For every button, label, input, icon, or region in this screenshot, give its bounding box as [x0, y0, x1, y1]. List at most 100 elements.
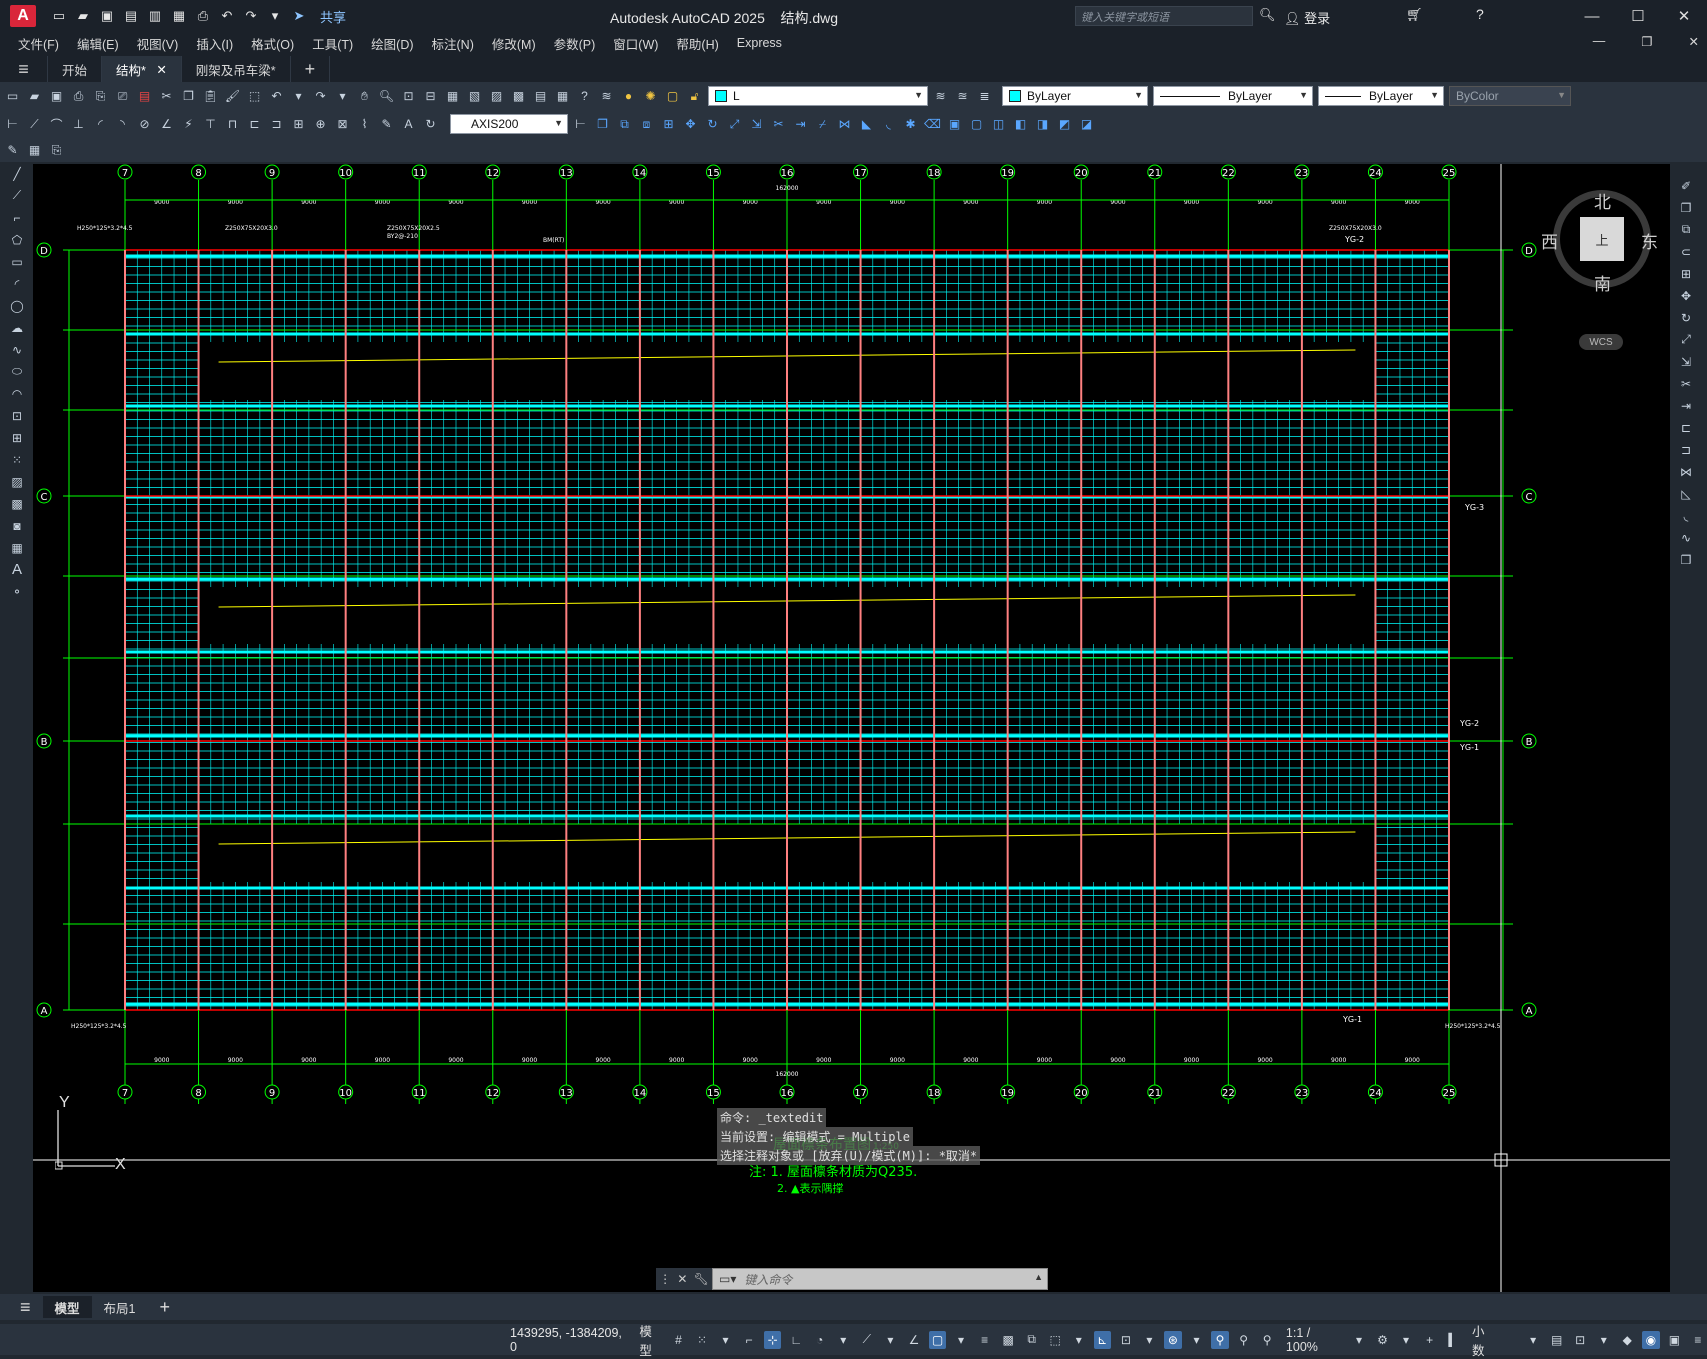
spline-icon[interactable]: ∿	[6, 340, 28, 359]
units-icon[interactable]: ▍	[1444, 1331, 1462, 1349]
login-button[interactable]: 👤︎ 登录	[1284, 8, 1330, 27]
arc-icon[interactable]: ◜	[6, 274, 28, 293]
menu-tools[interactable]: 工具(T)	[312, 34, 353, 53]
auto-scale-icon[interactable]: ⚲	[1235, 1331, 1253, 1349]
dimension-break-icon[interactable]: ⊐	[267, 115, 286, 134]
save-web-icon[interactable]: ▦	[170, 7, 188, 25]
object-snap-dropdown-icon[interactable]: ▾	[952, 1331, 970, 1349]
dynamic-input-icon[interactable]: ⊹	[763, 1330, 782, 1349]
layer-viewport-icon[interactable]: ▢	[663, 87, 682, 106]
annotation-scale-icon[interactable]: ⚲	[1258, 1331, 1276, 1349]
close-command-line-icon[interactable]: ✕	[677, 1272, 687, 1286]
offset-tool-icon[interactable]: ⊂	[1675, 242, 1697, 261]
doc-restore-icon[interactable]: ❐	[1641, 34, 1652, 49]
ellipse-icon[interactable]: ⬭	[6, 362, 28, 381]
search-icon[interactable]: 🔍︎	[1259, 7, 1276, 23]
menu-modify[interactable]: 修改(M)	[492, 34, 536, 53]
object-snap-icon[interactable]: ▢	[928, 1330, 947, 1349]
multiline-text-icon[interactable]: A	[6, 560, 28, 579]
add-selected-icon[interactable]: ⚬	[6, 582, 28, 601]
match-properties-icon[interactable]: 🖌︎	[223, 87, 242, 106]
rotate-icon[interactable]: ↻	[703, 115, 722, 134]
attribute-edit-icon[interactable]: ✎	[3, 141, 22, 160]
clean-screen-icon[interactable]: ▣	[1666, 1331, 1684, 1349]
fillet-icon[interactable]: ◟	[879, 115, 898, 134]
minimize-icon[interactable]: —	[1569, 0, 1615, 32]
arc-length-icon[interactable]: ⌒	[47, 115, 66, 134]
print-preview-icon[interactable]: ⎘	[91, 87, 110, 106]
menu-parametric[interactable]: 参数(P)	[554, 34, 596, 53]
tool-palettes-icon[interactable]: ▨	[487, 87, 506, 106]
mirror-tool-icon[interactable]: ⧉	[1675, 220, 1697, 239]
dynamic-ucs-icon[interactable]: ⊾	[1093, 1330, 1112, 1349]
jogged-linear-icon[interactable]: ⌇	[355, 115, 374, 134]
diameter-dimension-icon[interactable]: ⊘	[135, 115, 154, 134]
undo-icon[interactable]: ↶	[218, 7, 236, 25]
workspace-dropdown-icon[interactable]: ▾	[1397, 1331, 1415, 1349]
copy-tool-icon[interactable]: ❐	[1675, 198, 1697, 217]
new-file-icon[interactable]: ▭	[50, 7, 68, 25]
copy-icon[interactable]: ❐	[179, 87, 198, 106]
move-icon[interactable]: ✥	[681, 115, 700, 134]
layer-previous-icon[interactable]: ≊	[953, 87, 972, 106]
workspace-gear-icon[interactable]: ⚙	[1374, 1331, 1392, 1349]
menu-edit[interactable]: 编辑(E)	[77, 34, 119, 53]
explode-icon[interactable]: ✱	[901, 115, 920, 134]
isolate-objects-icon[interactable]: ◆	[1619, 1331, 1637, 1349]
dimension-style-manager-icon[interactable]: ⊢	[571, 115, 590, 134]
compass-south[interactable]: 南	[1594, 270, 1611, 295]
tab-frame-crane-beam[interactable]: 刚架及吊车梁*	[182, 56, 291, 82]
maximize-icon[interactable]: ☐	[1615, 0, 1661, 32]
annotation-scale-value[interactable]: 1:1 / 100%	[1286, 1326, 1344, 1354]
quick-properties-icon[interactable]: ▤	[1548, 1331, 1566, 1349]
layer-freeze-icon[interactable]: ✺	[641, 87, 660, 106]
isodraft-dropdown-icon[interactable]: ▾	[882, 1331, 900, 1349]
chamfer-icon[interactable]: ◣	[857, 115, 876, 134]
lineweight-toggle-icon[interactable]: ≡	[976, 1331, 994, 1349]
ortho-icon[interactable]: ∟	[787, 1331, 805, 1349]
move-tool-icon[interactable]: ✥	[1675, 286, 1697, 305]
lock-ui-icon[interactable]: ⊡	[1571, 1331, 1589, 1349]
attribute-sync-icon[interactable]: ⎘	[47, 141, 66, 160]
region-icon[interactable]: ◙	[6, 516, 28, 535]
break-tool-icon[interactable]: ⊐	[1675, 440, 1697, 459]
scale-icon[interactable]: ⤢	[725, 115, 744, 134]
erase-icon[interactable]: ⌫	[923, 115, 942, 134]
blend-tool-icon[interactable]: ∿	[1675, 528, 1697, 547]
markup-icon[interactable]: ▤	[531, 87, 550, 106]
menu-file[interactable]: 文件(F)	[18, 34, 59, 53]
selection-filter-dropdown-icon[interactable]: ▾	[1141, 1331, 1159, 1349]
lock-ui-dropdown-icon[interactable]: ▾	[1595, 1331, 1613, 1349]
design-center-icon[interactable]: ▧	[465, 87, 484, 106]
open-folder-icon[interactable]: ▰	[74, 7, 92, 25]
block-editor-icon[interactable]: ⬚	[245, 87, 264, 106]
transparency-icon[interactable]: ▩	[999, 1331, 1017, 1349]
publish-icon[interactable]: ⎚	[113, 87, 132, 106]
ellipse-arc-icon[interactable]: ◠	[6, 384, 28, 403]
3d-osnap-dropdown-icon[interactable]: ▾	[1070, 1331, 1088, 1349]
trim-icon[interactable]: ✂	[769, 115, 788, 134]
share-label[interactable]: 共享	[320, 7, 346, 26]
save-icon[interactable]: ▣	[47, 87, 66, 106]
save-as-icon[interactable]: ▤	[122, 7, 140, 25]
jogged-dimension-icon[interactable]: ◝	[113, 115, 132, 134]
compass-north[interactable]: 北	[1594, 188, 1611, 213]
trim-tool-icon[interactable]: ✂	[1675, 374, 1697, 393]
command-prompt-icon[interactable]: ▭▾	[719, 1272, 736, 1286]
gradient-icon[interactable]: ▩	[6, 494, 28, 513]
menu-insert[interactable]: 插入(I)	[196, 34, 233, 53]
chamfer-tool-icon[interactable]: ◺	[1675, 484, 1697, 503]
make-current-layer-icon[interactable]: ≋	[931, 87, 950, 106]
layer-state-icon[interactable]: ≣	[975, 87, 994, 106]
array-tool-icon[interactable]: ⊞	[1675, 264, 1697, 283]
lineweight-dropdown[interactable]: ByLayer ▼	[1318, 86, 1444, 106]
menu-view[interactable]: 视图(V)	[137, 34, 179, 53]
linear-dimension-icon[interactable]: ⊢	[3, 115, 22, 134]
pdf-icon[interactable]: ▤	[135, 87, 154, 106]
cut-icon[interactable]: ✂	[157, 87, 176, 106]
doc-minimize-icon[interactable]: —	[1593, 34, 1606, 49]
send-back-icon[interactable]: ◨	[1033, 115, 1052, 134]
new-icon[interactable]: ▭	[3, 87, 22, 106]
paste-icon[interactable]: 📋︎	[201, 87, 220, 106]
units-value[interactable]: 小数	[1472, 1321, 1496, 1359]
